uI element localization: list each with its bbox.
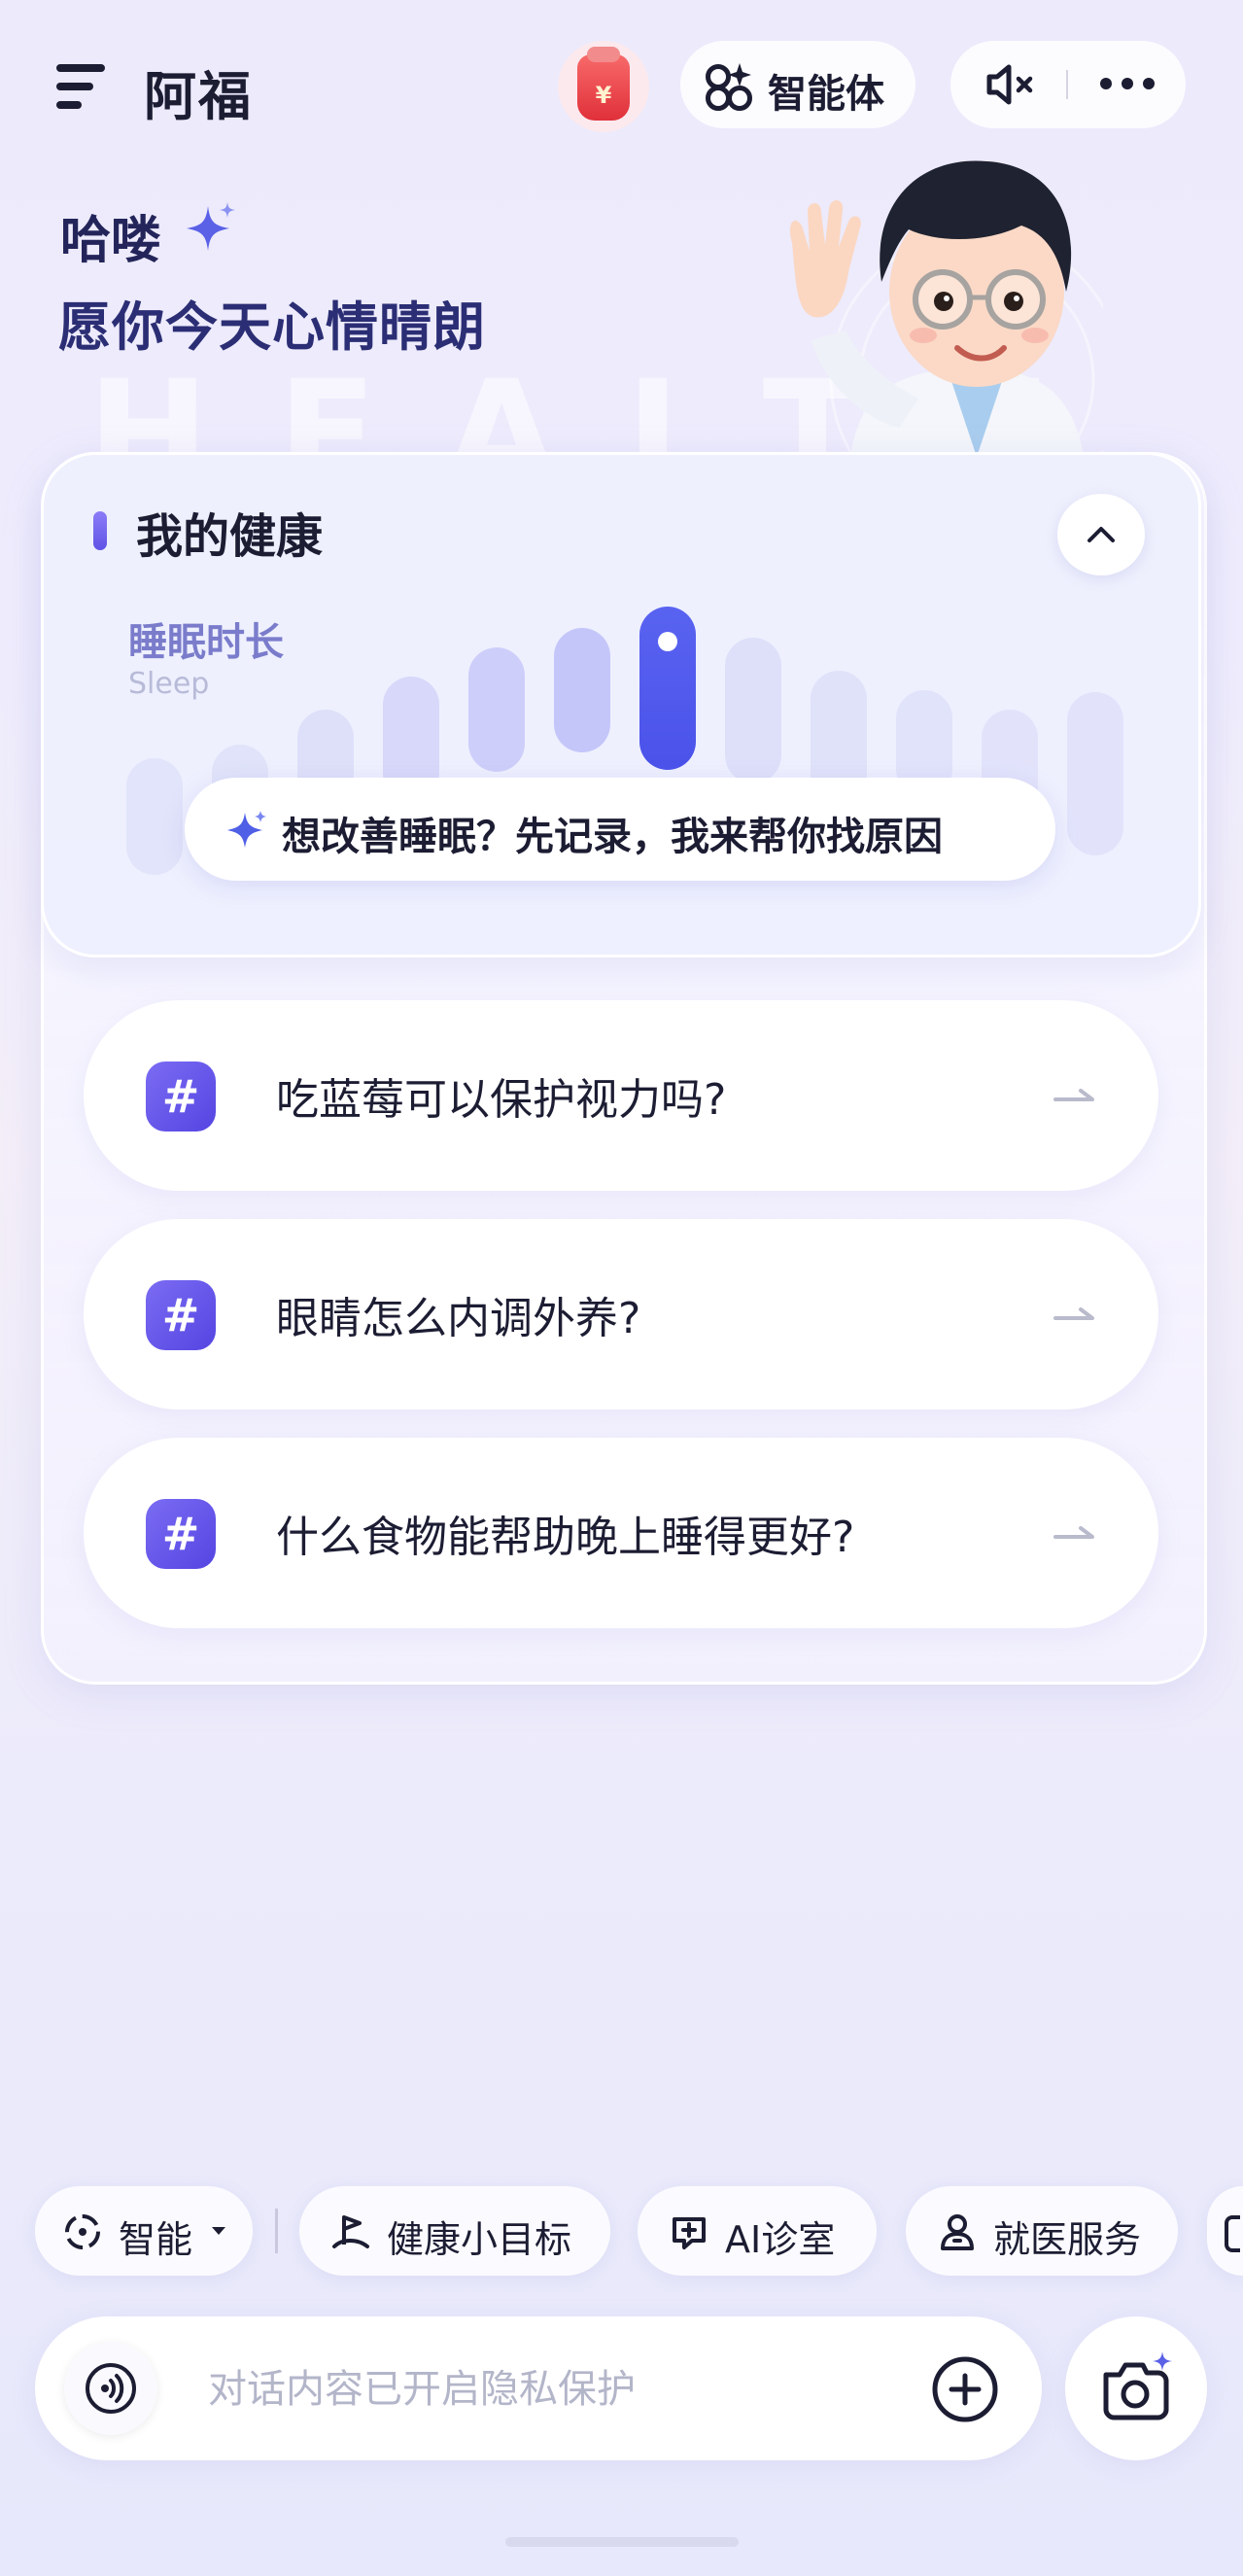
voice-button[interactable]: [64, 2342, 157, 2435]
chip-medical-service[interactable]: 就医服务: [906, 2186, 1178, 2276]
question-text: 吃蓝莓可以保护视力吗?: [276, 1075, 727, 1125]
menu-icon[interactable]: [56, 64, 105, 109]
question-item[interactable]: # 吃蓝莓可以保护视力吗?: [84, 1000, 1158, 1191]
app-title: 阿福: [144, 66, 253, 127]
arrow-right-icon: [1053, 1526, 1094, 1539]
add-icon[interactable]: [931, 2355, 999, 2423]
hashtag-icon: #: [146, 1062, 216, 1131]
arrow-right-icon: [1053, 1307, 1094, 1320]
chat-plus-icon: [673, 2217, 706, 2249]
agent-label: 智能体: [768, 72, 884, 117]
sleep-bar: [1067, 692, 1123, 855]
voice-icon: [86, 2363, 136, 2414]
chip-label: 就医服务: [993, 2218, 1142, 2261]
sleep-bar-selected[interactable]: [639, 607, 696, 770]
sleep-tip[interactable]: 想改善睡眠？先记录，我来帮你找原因: [185, 778, 1055, 881]
flag-icon: [332, 2215, 369, 2248]
agent-grid-icon: [706, 63, 752, 111]
hashtag-icon: #: [146, 1499, 216, 1569]
sleep-bar: [468, 647, 525, 772]
doctor-avatar-icon: [789, 160, 1103, 457]
chip-label: AI诊室: [725, 2218, 836, 2261]
chip-health-goal[interactable]: 健康小目标: [299, 2186, 610, 2276]
home-indicator: [505, 2537, 739, 2547]
divider: [275, 2209, 278, 2253]
question-text: 什么食物能帮助晚上睡得更好?: [276, 1513, 855, 1562]
greeting-hello: 哈喽: [60, 212, 162, 270]
camera-icon: [1103, 2351, 1172, 2420]
chip-ai-clinic[interactable]: AI诊室: [638, 2186, 877, 2276]
sparkle-icon: [227, 811, 266, 848]
doctor-icon: [941, 2214, 974, 2250]
chat-input[interactable]: [206, 2359, 890, 2419]
sleep-bar: [554, 628, 610, 752]
health-card-title: 我的健康: [136, 509, 324, 564]
hashtag-icon: #: [146, 1280, 216, 1350]
sparkle-icon: [187, 202, 235, 251]
question-text: 眼睛怎么内调外养?: [276, 1294, 641, 1343]
chip-label: 健康小目标: [387, 2218, 572, 2261]
sleep-bar: [126, 758, 183, 875]
more-icon[interactable]: [1100, 78, 1158, 91]
sleep-bar: [725, 638, 781, 783]
speaker-mute-icon[interactable]: [984, 62, 1042, 107]
chip-more[interactable]: [1207, 2186, 1243, 2276]
collapse-button[interactable]: [1057, 494, 1145, 575]
arrow-right-icon: [1053, 1089, 1094, 1101]
divider: [1066, 70, 1068, 99]
red-packet-icon[interactable]: ¥: [558, 41, 649, 132]
control-group: [950, 41, 1186, 128]
caret-down-icon: [212, 2227, 225, 2235]
mode-label: 智能: [119, 2218, 193, 2261]
chat-input-bar: [35, 2316, 1042, 2460]
agent-button[interactable]: 智能体: [680, 41, 915, 128]
chevron-up-icon: [1088, 527, 1115, 542]
smart-mode-icon: [65, 2214, 100, 2249]
question-item[interactable]: # 什么食物能帮助晚上睡得更好?: [84, 1438, 1158, 1628]
title-accent: [93, 511, 107, 550]
question-item[interactable]: # 眼睛怎么内调外养?: [84, 1219, 1158, 1410]
camera-button[interactable]: [1065, 2316, 1207, 2460]
mode-selector[interactable]: 智能: [35, 2186, 253, 2276]
sleep-tip-text: 想改善睡眠？先记录，我来帮你找原因: [282, 815, 943, 859]
